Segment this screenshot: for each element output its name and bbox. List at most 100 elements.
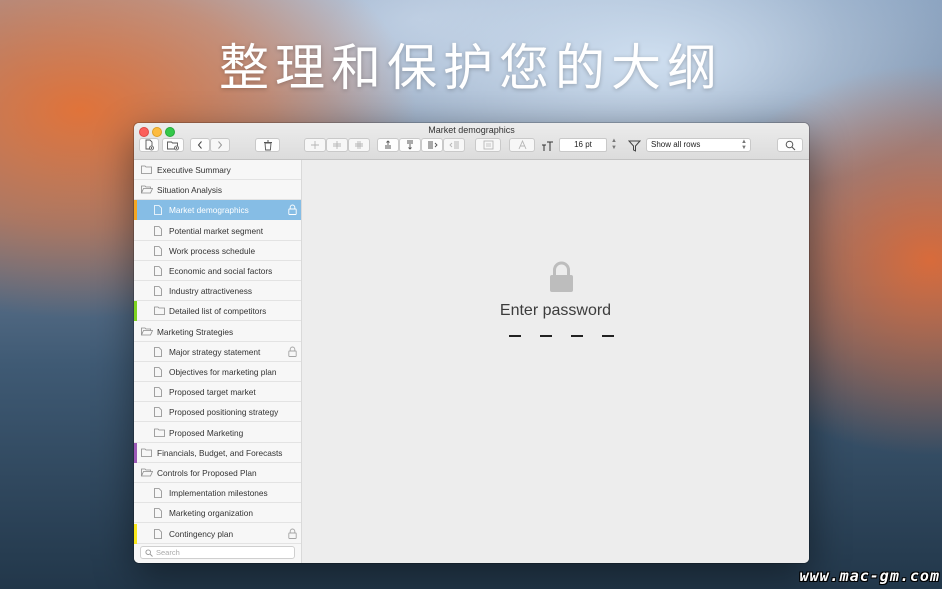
filter-icon[interactable] (627, 139, 642, 157)
select-caret-icon: ▲ ▼ (741, 139, 747, 151)
outdent-icon (333, 141, 341, 149)
folder-open-icon (140, 185, 154, 196)
folder-icon (154, 428, 165, 439)
document-icon (154, 205, 162, 217)
outline-row[interactable]: Contingency plan (134, 523, 301, 544)
color-marker (134, 442, 137, 463)
indent-right-button[interactable] (421, 138, 443, 152)
outline-row-label: Marketing organization (169, 508, 253, 519)
color-marker (134, 200, 137, 221)
app-window: Market demographics 16 pt ▲ ▼ Show all r… (134, 123, 809, 563)
document-icon (154, 266, 162, 278)
indent-left-button[interactable] (443, 138, 465, 152)
outline-row[interactable]: Proposed target market (134, 382, 301, 403)
text-color-button[interactable] (509, 138, 535, 152)
document-icon (154, 488, 162, 500)
search-icon (145, 549, 153, 560)
outline-row[interactable]: Financials, Budget, and Forecasts (134, 442, 301, 463)
outline-row-label: Proposed positioning strategy (169, 407, 279, 418)
trash-icon (263, 140, 272, 150)
new-document-button[interactable] (139, 138, 159, 152)
chevron-right-icon (218, 141, 223, 149)
forward-button[interactable] (210, 138, 230, 152)
filter-select-value: Show all rows (651, 140, 701, 149)
outline-row[interactable]: Proposed Marketing (134, 423, 301, 443)
outline-row-label: Economic and social factors (169, 266, 273, 276)
outline-row-label: Proposed Marketing (169, 427, 244, 438)
new-folder-button[interactable] (162, 138, 184, 152)
outdent-button[interactable] (326, 138, 348, 152)
search-button[interactable] (777, 138, 803, 152)
outline-row[interactable]: Marketing Strategies (134, 322, 301, 342)
outline-row[interactable]: Industry attractiveness (134, 281, 301, 302)
outline-row[interactable]: Executive Summary (134, 160, 301, 180)
filter-select[interactable]: Show all rows ▲ ▼ (646, 138, 751, 152)
outline-row-label: Financials, Budget, and Forecasts (157, 447, 283, 458)
back-button[interactable] (190, 138, 210, 152)
text-color-icon (518, 140, 526, 150)
folder-open-icon (140, 468, 154, 479)
move-button[interactable] (348, 138, 370, 152)
password-slot (509, 335, 521, 337)
lock-icon (288, 528, 297, 541)
new-document-icon (145, 139, 154, 151)
outline-row[interactable]: Major strategy statement (134, 342, 301, 362)
document-icon (154, 367, 162, 379)
font-size-field[interactable]: 16 pt (559, 138, 607, 152)
password-slot (571, 335, 583, 337)
color-marker (134, 523, 137, 544)
outline-row[interactable]: Potential market segment (134, 221, 301, 241)
outline-row[interactable]: Situation Analysis (134, 180, 301, 201)
password-prompt: Enter password (499, 302, 612, 319)
note-button[interactable] (475, 138, 501, 152)
document-icon (154, 387, 162, 399)
text-size-icon (541, 139, 554, 157)
outline-row-label: Potential market segment (169, 225, 264, 236)
watermark: www.mac-gm.com (799, 567, 940, 585)
folder-icon (141, 448, 152, 459)
outline-row[interactable]: Controls for Proposed Plan (134, 463, 301, 483)
chevron-left-icon (197, 141, 202, 149)
new-folder-icon (167, 141, 179, 151)
outline-row[interactable]: Marketing organization (134, 503, 301, 524)
document-icon (154, 245, 162, 258)
outline-row[interactable]: Market demographics (134, 200, 301, 221)
outline-row-label: Work process schedule (169, 245, 256, 256)
document-pane: Enter password (302, 160, 809, 563)
outline-row[interactable]: Economic and social factors (134, 261, 301, 281)
delete-button[interactable] (255, 138, 280, 152)
color-marker (134, 301, 137, 322)
outline-row[interactable]: Objectives for marketing plan (134, 362, 301, 382)
outline-row-label: Objectives for marketing plan (169, 367, 277, 377)
outline-row-label: Industry attractiveness (169, 286, 253, 297)
outline-row-label: Executive Summary (157, 165, 231, 175)
move-down-button[interactable] (399, 138, 421, 152)
indent-button[interactable] (304, 138, 326, 152)
outline-row-label: Detailed list of competitors (169, 306, 267, 317)
sidebar-search-field[interactable]: Search (140, 546, 295, 559)
move-up-button[interactable] (377, 138, 399, 152)
outline-row-label: Proposed target market (169, 387, 256, 398)
outline-row-label: Marketing Strategies (157, 326, 234, 337)
search-placeholder: Search (156, 548, 180, 557)
lock-icon (288, 346, 297, 359)
outline-row[interactable]: Work process schedule (134, 241, 301, 261)
document-icon (154, 508, 162, 520)
document-icon (154, 528, 162, 541)
password-slot (540, 335, 552, 337)
document-icon (154, 346, 162, 359)
folder-icon (141, 165, 152, 176)
outline-row[interactable]: Proposed positioning strategy (134, 402, 301, 423)
title-bar: Market demographics 16 pt ▲ ▼ Show all r… (134, 123, 809, 160)
outline-row[interactable]: Implementation milestones (134, 483, 301, 504)
lock-icon (548, 261, 575, 298)
password-input[interactable] (509, 335, 614, 337)
move-up-icon (385, 140, 391, 149)
password-slot (602, 335, 614, 337)
outline-row[interactable]: Detailed list of competitors (134, 301, 301, 322)
lock-icon (288, 204, 297, 217)
note-icon (483, 140, 493, 150)
font-size-stepper[interactable]: ▲ ▼ (610, 138, 618, 152)
folder-open-icon (140, 327, 154, 338)
indent-icon (311, 141, 319, 149)
